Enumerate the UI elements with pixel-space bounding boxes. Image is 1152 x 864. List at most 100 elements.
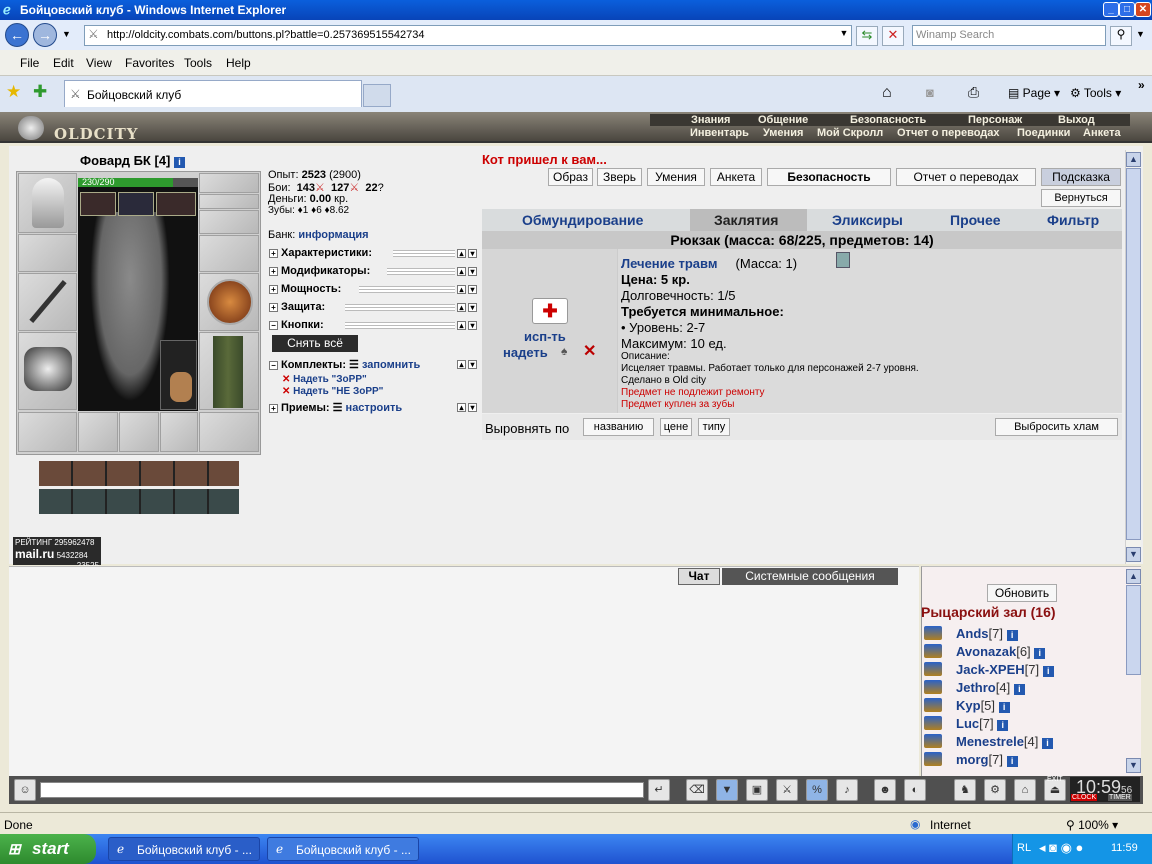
nav-profile[interactable]: Анкета	[1083, 127, 1121, 139]
close-button[interactable]: ✕	[1135, 2, 1151, 17]
nav-security[interactable]: Безопасность	[850, 114, 926, 126]
url-input[interactable]: http://oldcity.combats.com/buttons.pl?ba…	[84, 25, 852, 46]
clear-icon[interactable]: ⌫	[686, 779, 708, 801]
print-icon[interactable]: ⎙	[968, 84, 979, 101]
helmet-toolbar-icon[interactable]: ◐	[904, 779, 926, 801]
nav-transfer-report[interactable]: Отчет о переводах	[897, 127, 1000, 139]
menu-file[interactable]: File	[20, 56, 39, 70]
scroll-up-icon[interactable]: ▲	[1126, 152, 1141, 167]
feeds-icon[interactable]: ◙	[926, 85, 934, 100]
fight-icon[interactable]: ⚔	[776, 779, 798, 801]
back-button[interactable]: ←	[5, 23, 29, 47]
list-scroll-up-icon[interactable]: ▲	[1126, 569, 1141, 584]
wear-item-link[interactable]: надеть	[503, 345, 548, 360]
bank-info-link[interactable]: информация	[298, 229, 368, 241]
nav-character[interactable]: Персонаж	[968, 114, 1022, 126]
menu-view[interactable]: View	[86, 56, 112, 70]
menu-favorites[interactable]: Favorites	[125, 56, 174, 70]
info-icon[interactable]: i	[1042, 666, 1054, 677]
quick-spells-row-2[interactable]	[39, 489, 239, 514]
tab-filter[interactable]: Фильтр	[1047, 212, 1099, 228]
use-item-link[interactable]: исп-ть	[524, 329, 566, 344]
timer-mode-button[interactable]: TIMER	[1108, 794, 1132, 801]
scroll-down-icon[interactable]: ▼	[1126, 547, 1141, 562]
menu-help[interactable]: Help	[226, 56, 251, 70]
amulet-slot[interactable]	[199, 194, 259, 209]
group-sets[interactable]: − Комплекты: ☰ запомнить ▴ ▾	[269, 358, 479, 371]
group-buttons[interactable]: − Кнопки: ▴ ▾	[269, 319, 479, 331]
stop-icon[interactable]: ✕	[882, 26, 904, 46]
throw-junk-button[interactable]: Выбросить хлам	[995, 418, 1118, 436]
system-messages-tab[interactable]: Системные сообщения	[722, 568, 898, 585]
nav-inventory[interactable]: Инвентарь	[690, 127, 749, 139]
sort-by-price-button[interactable]: цене	[660, 418, 692, 436]
image-button[interactable]: Образ	[548, 168, 593, 186]
chat-area[interactable]	[9, 566, 919, 776]
healing-scroll-icon[interactable]: ✚	[532, 298, 568, 324]
chat-tab[interactable]: Чат	[678, 568, 720, 585]
url-dropdown-icon[interactable]: ▼	[837, 28, 851, 43]
profile-button[interactable]: Анкета	[710, 168, 762, 186]
info-icon[interactable]: i	[1006, 630, 1018, 641]
item-name-link[interactable]: Лечение травм	[621, 256, 717, 271]
search-icon[interactable]: ⚲	[1110, 26, 1132, 46]
hint-button[interactable]: Подсказка	[1041, 168, 1121, 186]
info-icon[interactable]: i	[997, 720, 1009, 731]
security-button[interactable]: Безопасность	[767, 168, 891, 186]
tab-other[interactable]: Прочее	[950, 212, 1001, 228]
add-favorite-icon[interactable]: ✚	[33, 82, 47, 102]
search-input[interactable]: Winamp Search	[912, 25, 1106, 46]
home-icon[interactable]: ⌂	[882, 84, 892, 102]
expand-icon[interactable]: +	[269, 248, 278, 258]
earring-slot[interactable]	[199, 173, 259, 193]
group-techniques[interactable]: + Приемы: ☰ настроить ▴ ▾	[269, 401, 479, 414]
refresh-list-button[interactable]: Обновить	[987, 584, 1057, 602]
set-item-2[interactable]: ✕ Надеть "НЕ ЗоРР"	[282, 386, 383, 397]
filter-icon[interactable]: ▼	[716, 779, 738, 801]
techniques-setup-link[interactable]: настроить	[346, 402, 403, 414]
smiley-menu-icon[interactable]: ☺	[14, 779, 36, 801]
beast-button[interactable]: Зверь	[597, 168, 642, 186]
info-icon[interactable]: i	[1013, 684, 1025, 695]
menu-edit[interactable]: Edit	[53, 56, 74, 70]
chat-input[interactable]	[40, 782, 644, 798]
take-off-all-button[interactable]: Снять всё	[272, 335, 358, 352]
home-toolbar-icon[interactable]: ⌂	[1014, 779, 1036, 801]
nav-my-scroll[interactable]: Мой Скролл	[817, 127, 883, 139]
expand-icon[interactable]: +	[269, 302, 278, 312]
scroll-slot-3[interactable]	[156, 192, 196, 216]
bracers-slot[interactable]	[18, 234, 77, 272]
tray-icons[interactable]: ◂ ◙ ◉ ●	[1039, 840, 1083, 856]
tab-spells[interactable]: Заклятия	[714, 212, 778, 228]
drop-item-icon[interactable]: ♠	[561, 344, 567, 358]
taskbar-item-1[interactable]: ℯ Бойцовский клуб - ...	[108, 837, 260, 861]
nav-exit[interactable]: Выход	[1058, 114, 1095, 126]
window-titlebar[interactable]: ℯ Бойцовский клуб - Windows Internet Exp…	[0, 0, 1152, 20]
remember-set-link[interactable]: запомнить	[362, 359, 420, 371]
menu-tools[interactable]: Tools	[184, 56, 212, 70]
delete-item-icon[interactable]: ✕	[583, 341, 596, 361]
collapse-icon[interactable]: −	[269, 360, 278, 370]
expand-icon[interactable]: +	[269, 403, 278, 413]
expand-icon[interactable]: +	[269, 266, 278, 276]
history-dropdown-icon[interactable]: ▼	[62, 29, 71, 39]
emoticon-icon[interactable]: ☻	[874, 779, 896, 801]
cat-toolbar-icon[interactable]: ♞	[954, 779, 976, 801]
scroll-thumb[interactable]	[1126, 168, 1141, 540]
belt-slot[interactable]	[18, 412, 77, 452]
info-icon[interactable]: i	[174, 157, 185, 168]
nav-skills[interactable]: Умения	[763, 127, 803, 139]
list-scroll-thumb[interactable]	[1126, 585, 1141, 675]
info-icon[interactable]: i	[998, 702, 1010, 713]
zoom-control[interactable]: ⚲ 100% ▾	[1066, 818, 1118, 832]
boots-slot[interactable]	[199, 412, 259, 452]
taskbar-item-2[interactable]: ℯ Бойцовский клуб - ...	[267, 837, 419, 861]
scroll-slot-2[interactable]	[118, 192, 154, 216]
new-tab-button[interactable]	[363, 84, 391, 107]
forward-button[interactable]: →	[33, 23, 57, 47]
gloves-slot[interactable]	[199, 235, 259, 272]
language-indicator[interactable]: RL	[1017, 842, 1031, 854]
search-options-icon[interactable]: ▼	[1136, 29, 1145, 39]
save-log-icon[interactable]: ▣	[746, 779, 768, 801]
maximize-button[interactable]: □	[1119, 2, 1135, 17]
